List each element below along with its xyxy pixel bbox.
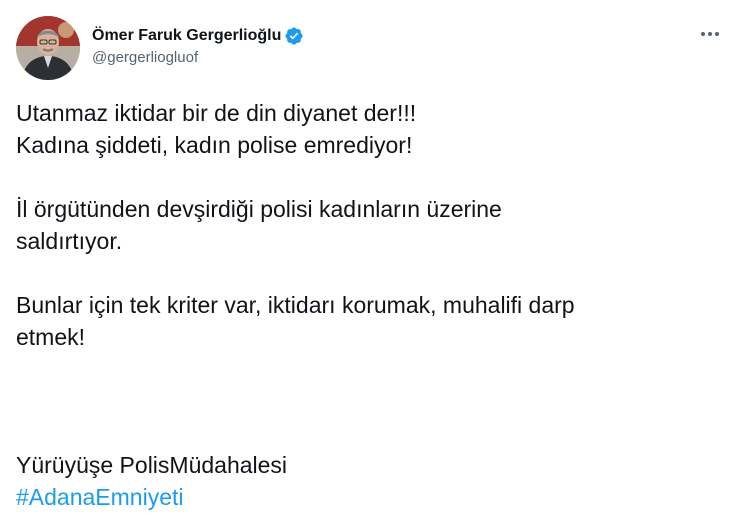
- tweet-line: Kadına şiddeti, kadın polise emrediyor!: [16, 132, 413, 158]
- display-name[interactable]: Ömer Faruk Gergerlioğlu: [92, 27, 281, 45]
- closing-line: Yürüyüşe PolisMüdahalesi: [16, 452, 288, 478]
- author-names: Ömer Faruk Gergerlioğlu @gergerliogluof: [92, 25, 304, 66]
- tweet-header: Ömer Faruk Gergerlioğlu @gergerliogluof: [16, 16, 726, 80]
- hashtag-link[interactable]: #AdanaEmniyeti: [16, 481, 287, 513]
- more-options-icon[interactable]: [698, 24, 722, 44]
- tweet-line: Bunlar için tek kriter var, iktidarı kor…: [16, 292, 575, 318]
- tweet-line: İl örgütünden devşirdiği polisi kadınlar…: [16, 196, 502, 222]
- tweet-closing: Yürüyüşe PolisMüdahalesi #AdanaEmniyeti: [16, 449, 287, 513]
- verified-badge-icon: [284, 26, 304, 46]
- tweet-line: etmek!: [16, 324, 86, 350]
- display-name-row: Ömer Faruk Gergerlioğlu: [92, 25, 304, 47]
- tweet-paragraph: İl örgütünden devşirdiği polisi kadınlar…: [16, 193, 728, 257]
- avatar[interactable]: [16, 16, 80, 80]
- tweet: Ömer Faruk Gergerlioğlu @gergerliogluof …: [0, 0, 742, 525]
- handle[interactable]: @gergerliogluof: [92, 49, 304, 66]
- tweet-text: Utanmaz iktidar bir de din diyanet der!!…: [16, 97, 728, 385]
- tweet-line: saldırtıyor.: [16, 228, 123, 254]
- tweet-paragraph: Utanmaz iktidar bir de din diyanet der!!…: [16, 97, 728, 161]
- tweet-paragraph: Bunlar için tek kriter var, iktidarı kor…: [16, 289, 728, 353]
- tweet-line: Utanmaz iktidar bir de din diyanet der!!…: [16, 100, 417, 126]
